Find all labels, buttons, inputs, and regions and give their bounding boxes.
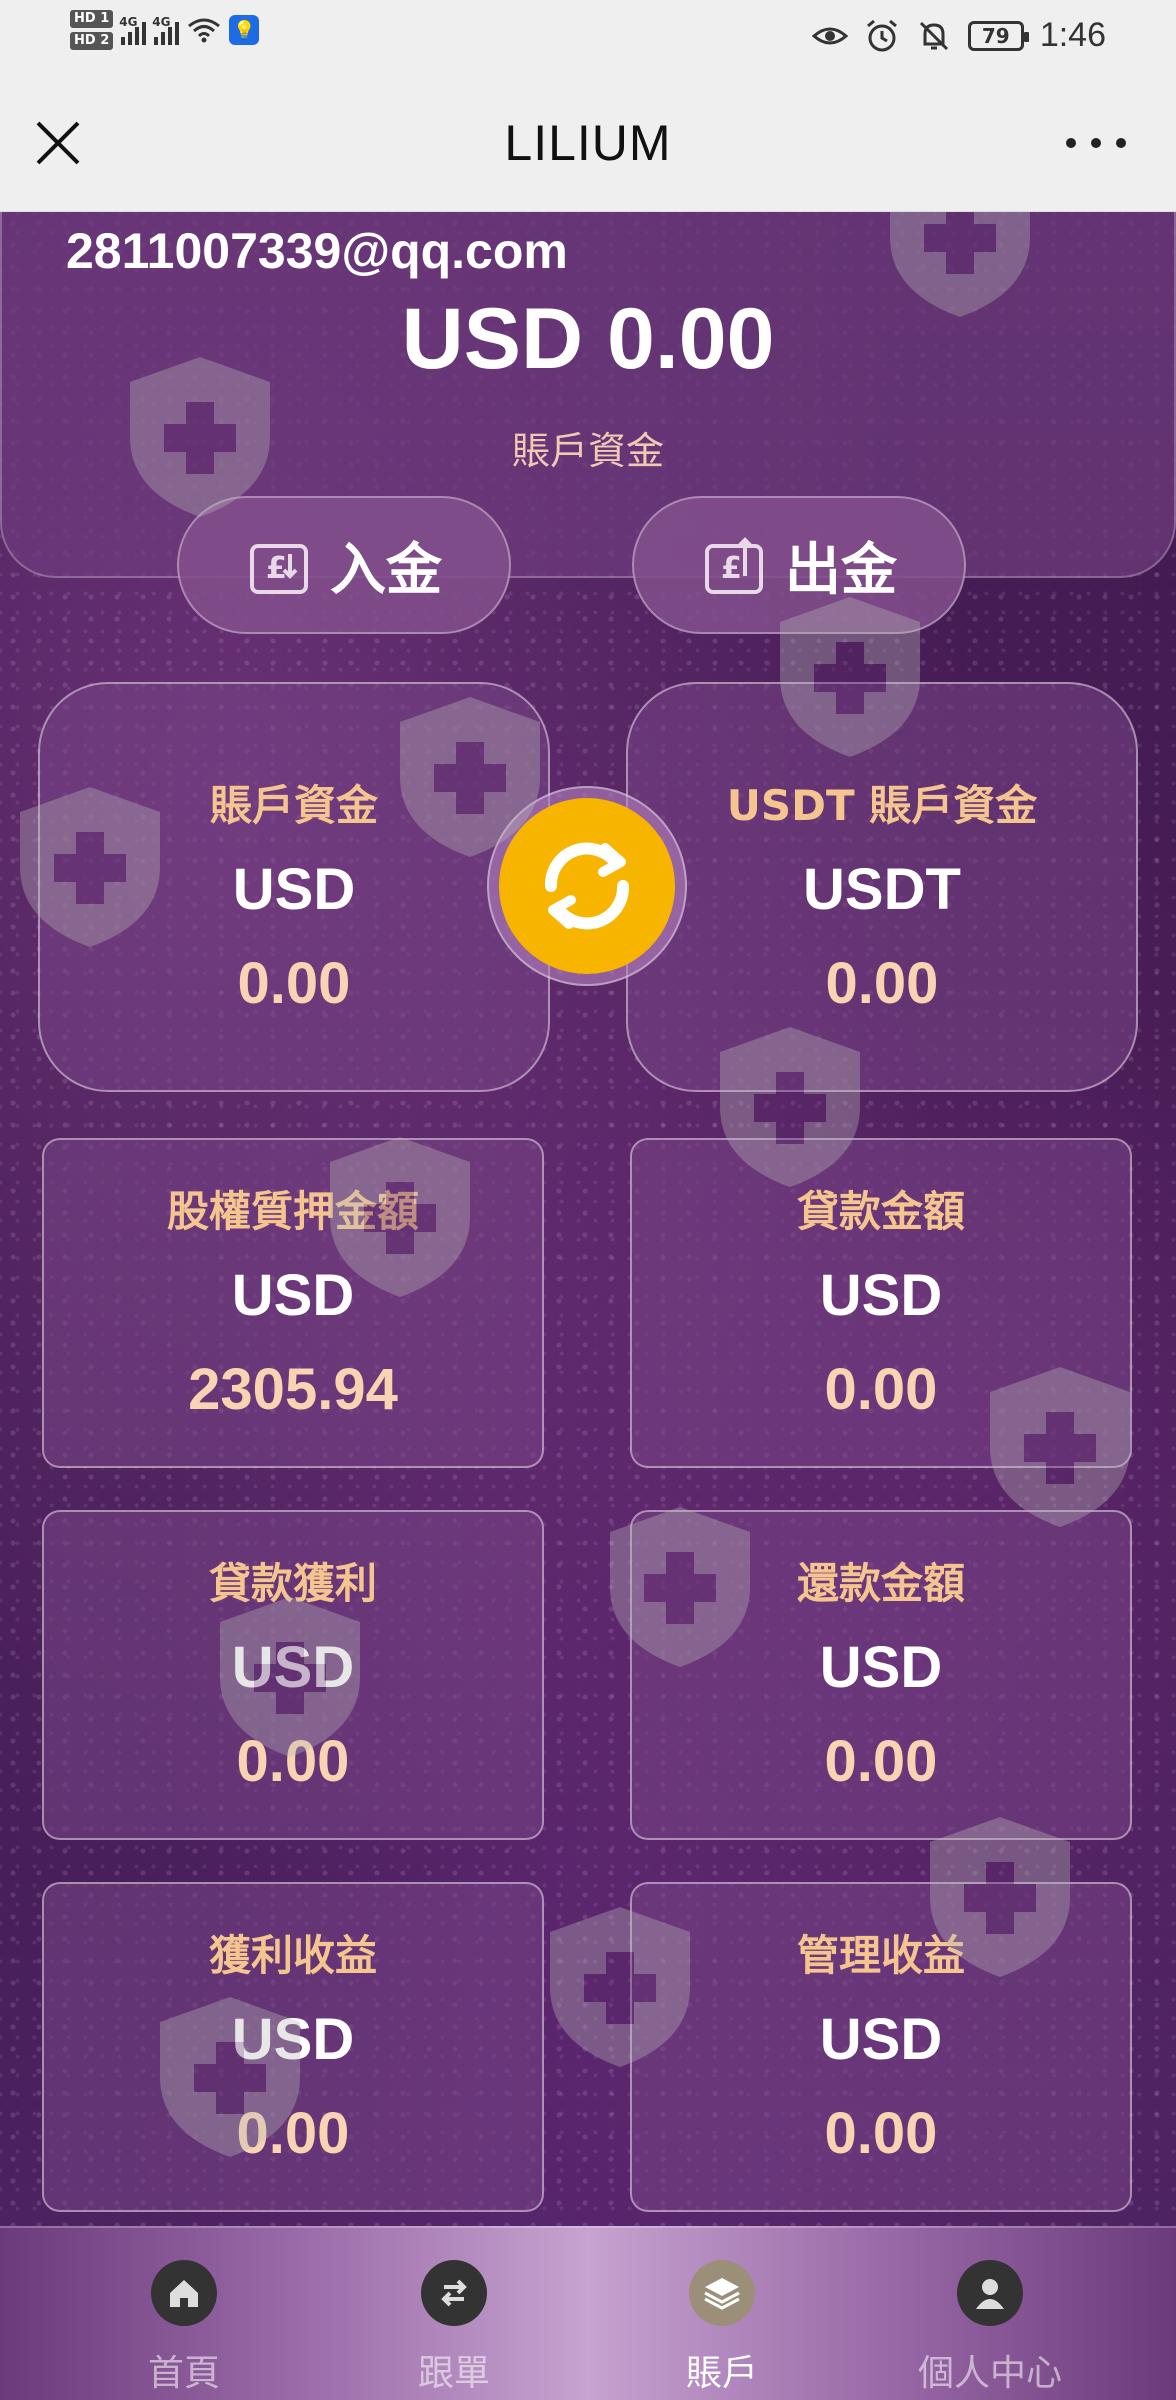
card-value: 0.00 <box>236 1729 350 1794</box>
card-currency: USD <box>231 1263 355 1328</box>
wifi-icon <box>188 18 221 43</box>
card-value: 0.00 <box>825 951 939 1016</box>
card-currency: USD <box>231 2007 355 2072</box>
card-value: 0.00 <box>824 2101 938 2166</box>
signal2-label: 4G <box>152 15 171 29</box>
account-header: 2811007339@qq.com USD 0.00 賬戶資金 <box>0 212 1176 578</box>
card-currency: USD <box>819 1635 943 1700</box>
bottom-nav: 首頁 跟單 賬戶 個人中心 <box>0 2226 1176 2400</box>
signal2-icon: 4G <box>152 15 180 45</box>
nav-label: 個人中心 <box>917 2353 1062 2394</box>
card-label: 貸款金額 <box>796 1187 965 1236</box>
eye-icon <box>811 27 848 44</box>
equity-pledge-card[interactable]: 股權質押金額 USD 2305.94 <box>42 1138 544 1468</box>
account-email: 2811007339@qq.com <box>66 223 568 279</box>
deposit-label: 入金 <box>330 537 442 603</box>
deposit-icon: £ <box>250 544 308 594</box>
card-label: 還款金額 <box>796 1559 965 1608</box>
nav-item-home[interactable]: 首頁 <box>84 2260 284 2396</box>
mute-bell-icon <box>919 21 948 50</box>
main-content: 2811007339@qq.com USD 0.00 賬戶資金 £ 入金 £ 出… <box>0 212 1176 2226</box>
loan-amount-card[interactable]: 貸款金額 USD 0.00 <box>630 1138 1132 1468</box>
deposit-button[interactable]: £ 入金 <box>177 496 511 634</box>
card-value: 0.00 <box>824 1729 938 1794</box>
status-left: HD 1 HD 2 4G 4G 💡 <box>70 10 260 50</box>
nav-item-profile[interactable]: 個人中心 <box>890 2260 1090 2396</box>
card-label: 股權質押金額 <box>166 1187 419 1236</box>
swap-button[interactable] <box>487 786 687 986</box>
sim1-badge: HD 1 <box>70 10 114 28</box>
user-icon <box>957 2260 1023 2326</box>
withdraw-label: 出金 <box>785 537 897 603</box>
card-currency: USD <box>819 2007 943 2072</box>
card-label: 貸款獲利 <box>208 1559 377 1608</box>
usdt-funds-card[interactable]: USDT 賬戶資金 USDT 0.00 <box>626 682 1138 1092</box>
card-value: 0.00 <box>237 951 351 1016</box>
nav-label: 跟單 <box>417 2353 490 2394</box>
swap-icon-bg <box>499 798 675 974</box>
svg-text:£: £ <box>721 551 742 586</box>
alarm-icon <box>866 19 897 51</box>
nav-label: 首頁 <box>147 2353 220 2394</box>
card-currency: USD <box>231 1635 355 1700</box>
refresh-icon <box>544 842 630 930</box>
card-label: USDT 賬戶資金 <box>726 781 1038 830</box>
nav-item-account[interactable]: 賬戶 <box>622 2260 822 2396</box>
page-title: LILIUM <box>504 115 672 171</box>
card-value: 2305.94 <box>188 1357 398 1422</box>
nav-label: 賬戶 <box>685 2353 758 2394</box>
layers-icon <box>689 2260 755 2326</box>
battery-icon: 79 <box>967 20 1029 51</box>
sim2-badge: HD 2 <box>70 32 114 50</box>
card-label: 賬戶資金 <box>209 781 378 830</box>
card-label: 獲利收益 <box>208 1931 377 1980</box>
status-right: 79 1:46 <box>811 16 1106 55</box>
card-label: 管理收益 <box>796 1931 965 1980</box>
clock: 1:46 <box>1039 16 1106 54</box>
status-bar: HD 1 HD 2 4G 4G 💡 79 1:46 <box>0 0 1176 72</box>
withdraw-button[interactable]: £ 出金 <box>632 496 966 634</box>
home-icon <box>151 2260 217 2326</box>
profit-income-card[interactable]: 獲利收益 USD 0.00 <box>42 1882 544 2212</box>
loan-profit-card[interactable]: 貸款獲利 USD 0.00 <box>42 1510 544 1840</box>
card-currency: USD <box>232 857 356 922</box>
card-currency: USDT <box>803 857 961 922</box>
withdraw-icon: £ <box>705 537 763 594</box>
card-currency: USD <box>819 1263 943 1328</box>
title-bar: LILIUM <box>0 72 1176 212</box>
card-value: 0.00 <box>824 1357 938 1422</box>
signal1-icon: 4G <box>119 15 147 45</box>
management-income-card[interactable]: 管理收益 USD 0.00 <box>630 1882 1132 2212</box>
exchange-icon <box>421 2260 487 2326</box>
account-funds-card[interactable]: 賬戶資金 USD 0.00 <box>38 682 550 1092</box>
bulb-icon: 💡 <box>229 15 260 45</box>
account-balance: USD 0.00 <box>401 291 775 387</box>
account-balance-label: 賬戶資金 <box>511 429 664 473</box>
svg-text:£: £ <box>266 551 287 586</box>
card-value: 0.00 <box>236 2101 350 2166</box>
nav-item-copy-trade[interactable]: 跟單 <box>354 2260 554 2396</box>
more-options-icon[interactable] <box>1066 130 1126 156</box>
signal1-label: 4G <box>119 15 138 29</box>
repayment-amount-card[interactable]: 還款金額 USD 0.00 <box>630 1510 1132 1840</box>
